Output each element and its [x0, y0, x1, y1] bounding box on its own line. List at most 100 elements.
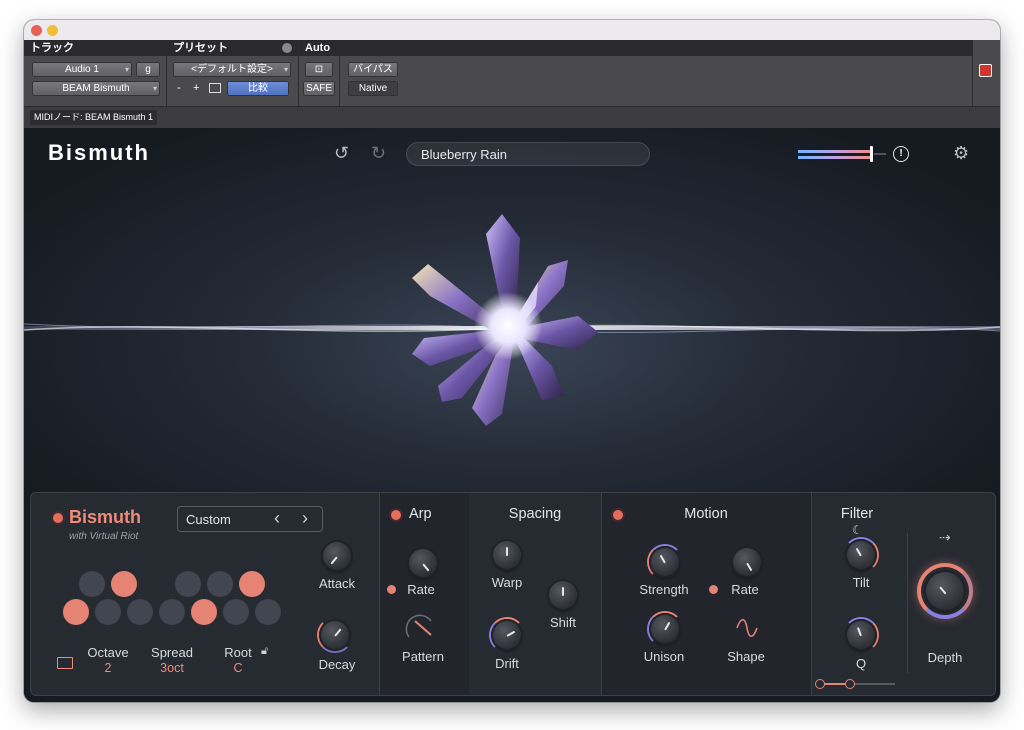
filter-divider	[907, 533, 908, 673]
track-group-selector[interactable]: g	[136, 62, 160, 77]
warning-icon[interactable]: !	[893, 146, 909, 162]
plugin-window-toggle-icon[interactable]	[979, 64, 992, 77]
window-titlebar	[24, 20, 1000, 40]
pattern-dial-icon[interactable]	[405, 613, 437, 641]
note-pad[interactable]	[175, 571, 201, 597]
preset-header: プリセット	[167, 40, 298, 56]
next-mode-button[interactable]: ›	[302, 508, 308, 529]
note-pad[interactable]	[239, 571, 265, 597]
track-group: g	[145, 64, 151, 75]
undo-icon[interactable]: ↺	[334, 144, 349, 162]
sine-wave-icon[interactable]	[735, 619, 759, 637]
section-divider	[811, 493, 812, 695]
filter-title: Filter	[840, 506, 874, 522]
host-plugin-header: トラック Audio 1 ▾ g BEAM Bismuth ▾ プリセット <デフォ…	[24, 40, 1000, 106]
preset-minus-button[interactable]: -	[177, 82, 181, 94]
octave-label: Octave	[87, 645, 129, 660]
output-meter-track	[874, 153, 886, 155]
filter-range-low-handle[interactable]	[815, 679, 825, 689]
native-button[interactable]: Native	[348, 81, 398, 96]
bismuth-plugin-ui: Bismuth ↺ ↻ Blueberry Rain ! ⚙ Bismuth w…	[24, 128, 1000, 702]
mode-selector[interactable]: Custom ‹ ›	[177, 506, 323, 532]
preset-column: プリセット <デフォルト設定> ▾ - + 比較	[167, 40, 299, 106]
filter-range-high-handle[interactable]	[845, 679, 855, 689]
chevron-down-icon: ▾	[124, 65, 129, 74]
insert-selector[interactable]: BEAM Bismuth ▾	[32, 81, 160, 96]
note-pad[interactable]	[159, 599, 185, 625]
auto-header: Auto	[299, 40, 339, 56]
preset-menu-icon[interactable]	[282, 43, 292, 53]
track-selector[interactable]: Audio 1 ▾	[32, 62, 132, 77]
warp-knob[interactable]	[493, 541, 521, 569]
midi-node-selector[interactable]: MIDIノード: BEAM Bismuth 1	[30, 110, 158, 125]
q-knob[interactable]	[847, 621, 875, 649]
bismuth-section: Bismuth with Virtual Riot Custom ‹ › Oct…	[31, 493, 379, 695]
lock-icon[interactable]: 🔓︎	[261, 645, 268, 658]
preset-name-field[interactable]: Blueberry Rain	[406, 142, 650, 166]
attack-knob[interactable]	[323, 542, 351, 570]
drift-knob[interactable]	[493, 621, 521, 649]
chevron-down-icon: ▾	[283, 65, 288, 74]
depth-knob[interactable]	[926, 572, 964, 610]
note-pad[interactable]	[95, 599, 121, 625]
note-pad[interactable]	[255, 599, 281, 625]
note-pad[interactable]	[207, 571, 233, 597]
root-value[interactable]: C	[213, 661, 263, 675]
shape-label: Shape	[727, 649, 765, 664]
mode-value: Custom	[186, 512, 231, 527]
arp-power-led[interactable]	[391, 510, 401, 520]
automation-icon[interactable]: ⊡	[305, 62, 333, 77]
strength-knob[interactable]	[651, 548, 679, 576]
bypass-button[interactable]: バイパス	[348, 62, 398, 77]
track-column: トラック Audio 1 ▾ g BEAM Bismuth ▾	[24, 40, 167, 106]
note-pad[interactable]	[79, 571, 105, 597]
drift-label: Drift	[495, 656, 519, 671]
bismuth-power-led[interactable]	[53, 513, 63, 523]
prev-mode-button[interactable]: ‹	[274, 508, 280, 529]
unison-label: Unison	[643, 649, 685, 664]
copy-icon[interactable]	[209, 83, 221, 93]
attack-label: Attack	[318, 576, 356, 591]
crystal-core-glow	[474, 292, 542, 360]
clock-icon[interactable]	[709, 585, 718, 594]
spread-value[interactable]: 3oct	[147, 661, 197, 675]
arp-pattern-label: Pattern	[402, 649, 444, 664]
note-pad[interactable]	[63, 599, 89, 625]
note-pad[interactable]	[111, 571, 137, 597]
close-window-button[interactable]	[31, 25, 42, 36]
bypass-header-bar	[340, 40, 972, 56]
redo-icon[interactable]: ↻	[371, 144, 386, 162]
filter-section: Filter ☾ Tilt Q ⇢ Depth	[811, 493, 995, 695]
motion-rate-knob[interactable]	[733, 548, 761, 576]
note-pad[interactable]	[223, 599, 249, 625]
tilt-knob[interactable]	[847, 541, 875, 569]
root-label: Root	[224, 645, 252, 660]
minimize-window-button[interactable]	[47, 25, 58, 36]
clock-icon[interactable]	[387, 585, 396, 594]
arp-rate-knob[interactable]	[409, 549, 437, 577]
shift-knob[interactable]	[549, 581, 577, 609]
unison-knob[interactable]	[651, 615, 679, 643]
preset-selector[interactable]: <デフォルト設定> ▾	[173, 62, 291, 77]
note-pad[interactable]	[191, 599, 217, 625]
moon-icon[interactable]: ☾	[852, 523, 863, 537]
bypass-column: バイパス Native	[340, 40, 973, 106]
depth-label: Depth	[927, 650, 963, 665]
compare-button[interactable]: 比較	[227, 81, 289, 96]
crystal-cluster	[412, 214, 598, 426]
safe-button[interactable]: SAFE	[303, 81, 335, 96]
stereo-link-icon[interactable]: ⇢	[939, 529, 951, 546]
preset-value: <デフォルト設定>	[191, 64, 273, 75]
gear-icon[interactable]: ⚙	[953, 144, 969, 162]
bismuth-title: Bismuth	[69, 507, 141, 527]
output-level-handle[interactable]	[870, 146, 873, 162]
motion-rate-label: Rate	[731, 582, 759, 597]
octave-value[interactable]: 2	[83, 661, 133, 675]
preset-plus-button[interactable]: +	[193, 82, 199, 94]
note-pad[interactable]	[127, 599, 153, 625]
keyboard-icon[interactable]	[57, 657, 73, 669]
decay-label: Decay	[318, 657, 356, 672]
section-divider	[601, 493, 602, 695]
decay-knob[interactable]	[321, 621, 349, 649]
motion-power-led[interactable]	[613, 510, 623, 520]
